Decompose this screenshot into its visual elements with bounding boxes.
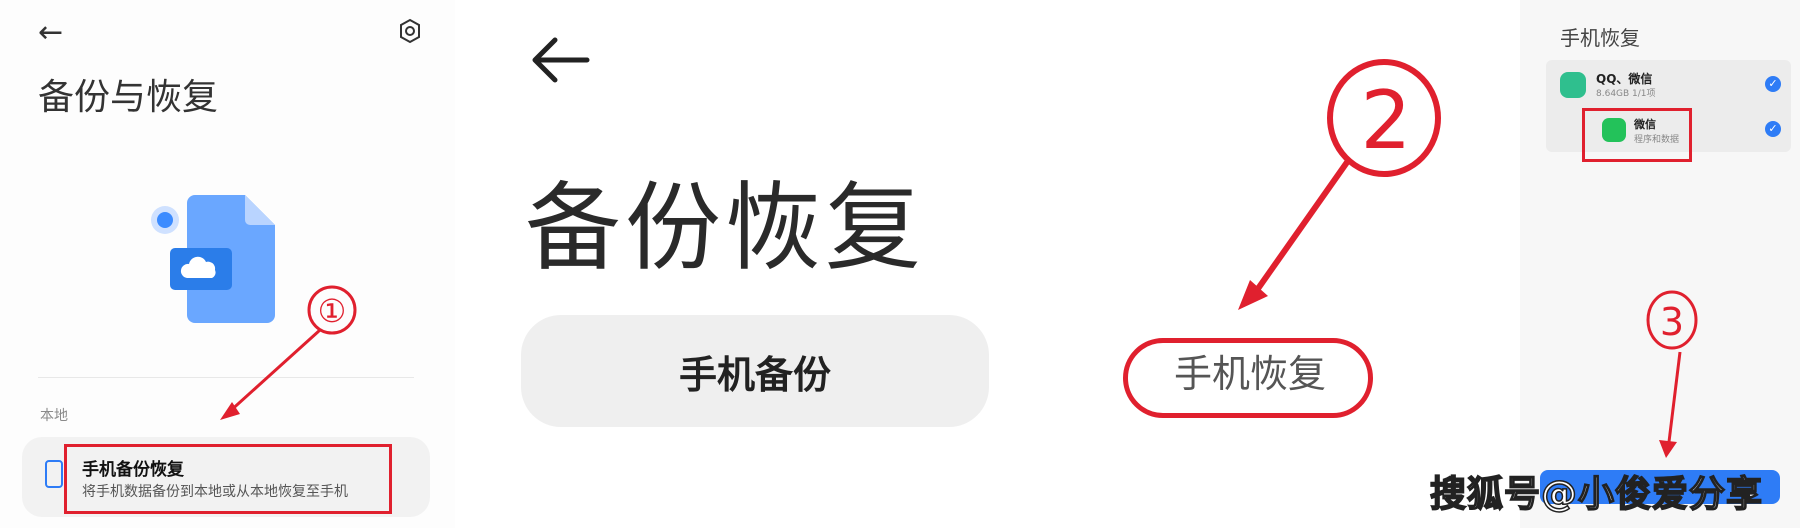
- step3-number: 3: [1660, 300, 1684, 344]
- step2-annotation: 2: [1238, 59, 1441, 310]
- step3-annotation: 3: [1646, 290, 1698, 458]
- watermark: 搜狐号@小俊爱分享: [1429, 473, 1764, 516]
- step1-annotation: ①: [220, 285, 357, 420]
- annotation-overlay: ① 2 3: [220, 59, 1698, 458]
- step1-number: ①: [318, 292, 347, 330]
- step2-number: 2: [1361, 74, 1412, 167]
